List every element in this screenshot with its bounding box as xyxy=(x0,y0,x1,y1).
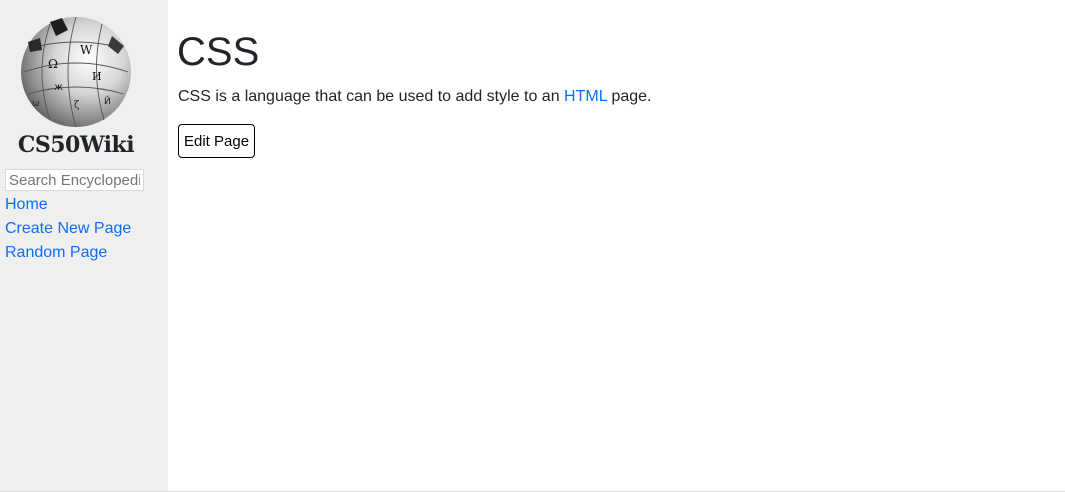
svg-text:ζ: ζ xyxy=(74,100,80,111)
svg-text:Ω: Ω xyxy=(48,57,58,71)
sidebar-nav: Home Create New Page Random Page xyxy=(5,194,131,266)
entry-text-after: page. xyxy=(607,88,652,105)
sidebar-item-create-new-page: Create New Page xyxy=(5,218,131,242)
svg-text:ж: ж xyxy=(54,82,63,93)
sidebar-item-random-page: Random Page xyxy=(5,242,131,266)
random-page-link[interactable]: Random Page xyxy=(5,244,107,261)
svg-text:W: W xyxy=(80,43,93,57)
page-title: CSS xyxy=(177,30,260,74)
entry-body: CSS is a language that can be used to ad… xyxy=(178,86,652,108)
html-link[interactable]: HTML xyxy=(564,88,607,105)
page: Ω W И ж ζ ω Й CS50Wiki Home Create New P… xyxy=(0,0,1065,492)
sidebar: Ω W И ж ζ ω Й CS50Wiki Home Create New P… xyxy=(0,0,168,491)
svg-text:И: И xyxy=(92,70,102,83)
wikipedia-globe-icon[interactable]: Ω W И ж ζ ω Й xyxy=(20,14,132,130)
site-name: CS50Wiki xyxy=(17,132,135,158)
main-content: CSS CSS is a language that can be used t… xyxy=(168,0,1065,491)
home-link[interactable]: Home xyxy=(5,196,48,213)
create-new-page-link[interactable]: Create New Page xyxy=(5,220,131,237)
svg-text:ω: ω xyxy=(32,99,40,109)
edit-page-button[interactable]: Edit Page xyxy=(178,124,256,158)
sidebar-item-home: Home xyxy=(5,194,131,218)
search-input[interactable] xyxy=(5,169,144,191)
entry-text-before: CSS is a language that can be used to ad… xyxy=(178,88,565,105)
svg-text:Й: Й xyxy=(104,95,111,107)
